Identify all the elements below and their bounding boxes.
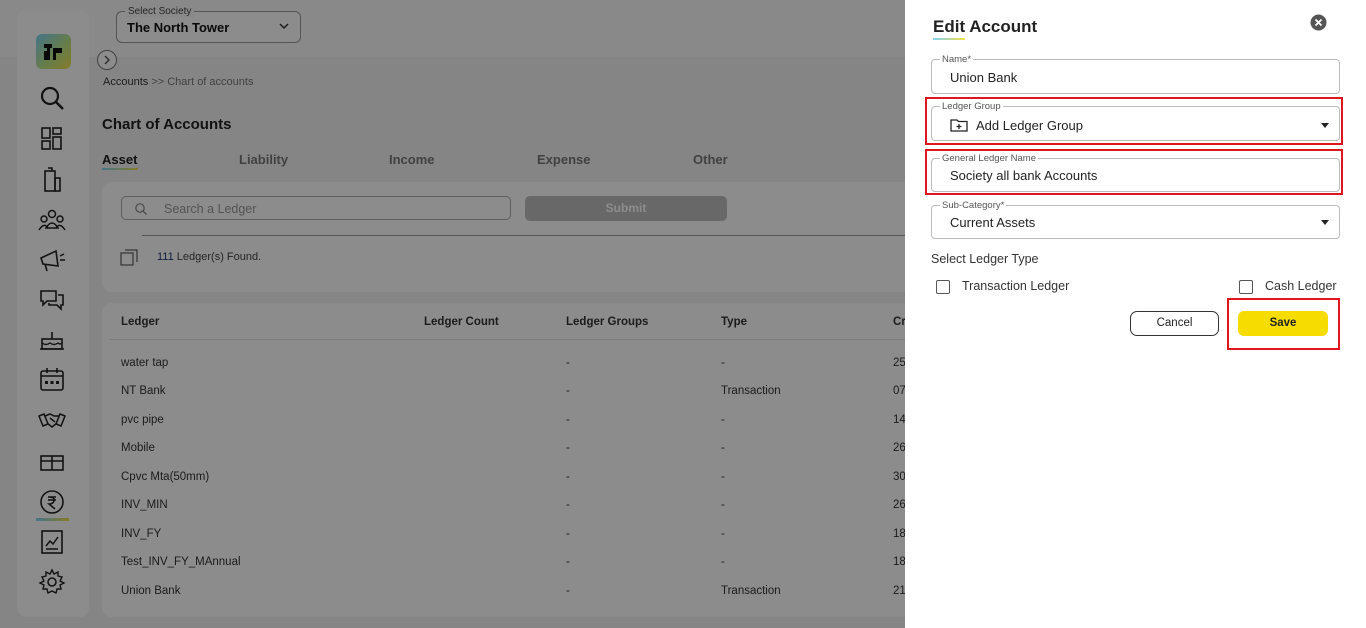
drawer-title: Edit Account — [933, 17, 1038, 36]
sub-category-select[interactable]: Sub-Category* Current Assets — [931, 200, 1340, 239]
ledger-group-label: Ledger Group — [940, 101, 1003, 112]
name-field-value: Union Bank — [950, 70, 1018, 85]
ledger-group-select[interactable]: Ledger Group Add Ledger Group — [931, 101, 1340, 141]
cancel-button[interactable]: Cancel — [1130, 311, 1219, 336]
name-field[interactable]: Name* Union Bank — [931, 54, 1340, 94]
modal-backdrop[interactable] — [0, 0, 905, 628]
cash-ledger-label[interactable]: Cash Ledger — [1265, 279, 1337, 293]
ledger-group-value: Add Ledger Group — [976, 118, 1083, 133]
general-ledger-name-field[interactable]: General Ledger Name Society all bank Acc… — [931, 153, 1340, 192]
general-ledger-name-value: Society all bank Accounts — [950, 168, 1098, 183]
folder-add-icon — [950, 119, 968, 132]
ledger-type-label: Select Ledger Type — [931, 252, 1039, 266]
name-field-label: Name* — [940, 54, 974, 65]
close-icon[interactable] — [1310, 14, 1327, 31]
title-underline — [933, 38, 965, 40]
save-button[interactable]: Save — [1238, 311, 1328, 336]
general-ledger-name-label: General Ledger Name — [940, 153, 1038, 164]
transaction-ledger-checkbox[interactable] — [936, 280, 950, 294]
sub-category-label: Sub-Category* — [940, 200, 1007, 211]
caret-down-icon — [1321, 123, 1329, 128]
cash-ledger-checkbox[interactable] — [1239, 280, 1253, 294]
caret-down-icon — [1321, 220, 1329, 225]
transaction-ledger-label[interactable]: Transaction Ledger — [962, 279, 1069, 293]
edit-account-drawer: Edit Account Name* Union Bank Ledger Gro… — [905, 0, 1366, 628]
sub-category-value: Current Assets — [950, 215, 1036, 230]
